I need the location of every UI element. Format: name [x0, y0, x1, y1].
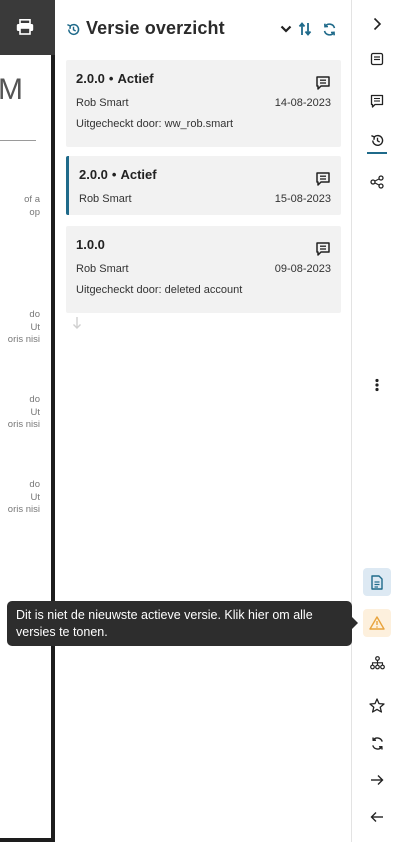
version-card[interactable]: 2.0.0 • Actief Rob Smart 14-08-2023 Uitgec… — [66, 60, 341, 147]
arrow-left-icon — [370, 812, 383, 822]
document-heading-fragment: M — [0, 73, 23, 106]
comment-icon — [370, 94, 384, 108]
version-date: 14-08-2023 — [274, 97, 331, 109]
warning-icon — [369, 616, 385, 630]
version-heading: 2.0.0 • Actief — [76, 71, 154, 86]
document-text-fragment: of a op — [24, 194, 40, 218]
version-number: 1.0.0 — [76, 237, 105, 252]
document-page: M of a op do Ut oris nisi do Ut oris nis… — [0, 55, 51, 838]
panel-title: Versie overzicht — [86, 18, 225, 38]
version-history-button[interactable] — [363, 126, 391, 154]
share-button[interactable] — [363, 168, 391, 196]
document-info-button[interactable] — [363, 45, 391, 73]
document-divider — [0, 140, 36, 141]
print-icon — [16, 19, 34, 35]
structure-button[interactable] — [363, 649, 391, 677]
star-icon — [369, 697, 385, 713]
sync-icon — [371, 736, 383, 750]
panel-header: Versie overzicht — [55, 0, 351, 58]
version-card-selected[interactable]: 2.0.0 • Actief Rob Smart 15-08-2023 — [66, 156, 341, 215]
status-label: Actief — [117, 71, 154, 86]
back-button[interactable] — [363, 803, 391, 831]
print-button[interactable] — [12, 14, 38, 40]
version-number: 2.0.0 — [79, 167, 108, 182]
version-heading: 2.0.0 • Actief — [79, 167, 157, 182]
checkout-info: Uitgecheckt door: ww_rob.smart — [76, 118, 234, 130]
history-icon — [67, 23, 80, 36]
status-separator: • — [108, 71, 114, 86]
more-options-button[interactable] — [363, 371, 391, 399]
chevron-right-icon — [373, 17, 382, 31]
arrow-right-icon — [371, 775, 384, 785]
favorite-button[interactable] — [363, 691, 391, 719]
document-text-fragment: do Ut oris nisi — [7, 394, 40, 430]
dropdown-button[interactable] — [277, 20, 295, 38]
document-toolbar — [0, 0, 55, 55]
right-sidebar — [351, 0, 400, 842]
version-number: 2.0.0 — [76, 71, 105, 86]
more-vertical-icon — [375, 378, 379, 392]
hierarchy-icon — [369, 656, 385, 670]
active-tab-indicator — [367, 152, 387, 154]
version-warning-tooltip: Dit is niet de nieuwste actieve versie. … — [7, 601, 352, 646]
version-date: 09-08-2023 — [274, 263, 331, 275]
sort-icon — [298, 22, 312, 36]
comment-icon[interactable] — [315, 241, 331, 257]
document-view-button[interactable] — [363, 568, 391, 596]
version-author: Rob Smart — [79, 193, 132, 205]
version-date: 15-08-2023 — [274, 193, 331, 205]
checkout-info: Uitgecheckt door: deleted account — [76, 284, 243, 296]
forward-button[interactable] — [363, 766, 391, 794]
sync-button[interactable] — [363, 729, 391, 757]
sort-button[interactable] — [296, 20, 314, 38]
tooltip-arrow — [351, 616, 358, 630]
comments-button[interactable] — [363, 87, 391, 115]
arrow-down-icon — [73, 317, 81, 329]
status-label: Actief — [120, 167, 157, 182]
comment-icon[interactable] — [315, 171, 331, 187]
collapse-panel-button[interactable] — [363, 10, 391, 38]
version-author: Rob Smart — [76, 97, 129, 109]
document-icon — [371, 574, 383, 590]
document-text-fragment: do Ut oris nisi — [7, 309, 40, 345]
version-warning-button[interactable] — [363, 609, 391, 637]
version-card[interactable]: 1.0.0 Rob Smart 09-08-2023 Uitgecheckt d… — [66, 226, 341, 313]
share-icon — [370, 175, 384, 189]
version-author: Rob Smart — [76, 263, 129, 275]
history-icon — [370, 134, 383, 146]
version-panel: Versie overzicht 2.0.0 • Actief Rob Smar… — [55, 0, 351, 842]
chevron-down-icon — [280, 25, 292, 33]
comment-icon[interactable] — [315, 75, 331, 91]
refresh-icon — [323, 22, 335, 36]
refresh-button[interactable] — [320, 20, 338, 38]
tooltip-text: Dit is niet de nieuwste actieve versie. … — [16, 608, 313, 639]
status-separator: • — [111, 167, 117, 182]
document-viewer: M of a op do Ut oris nisi do Ut oris nis… — [0, 0, 55, 842]
document-icon — [370, 52, 384, 66]
document-text-fragment: do Ut oris nisi — [7, 479, 40, 515]
